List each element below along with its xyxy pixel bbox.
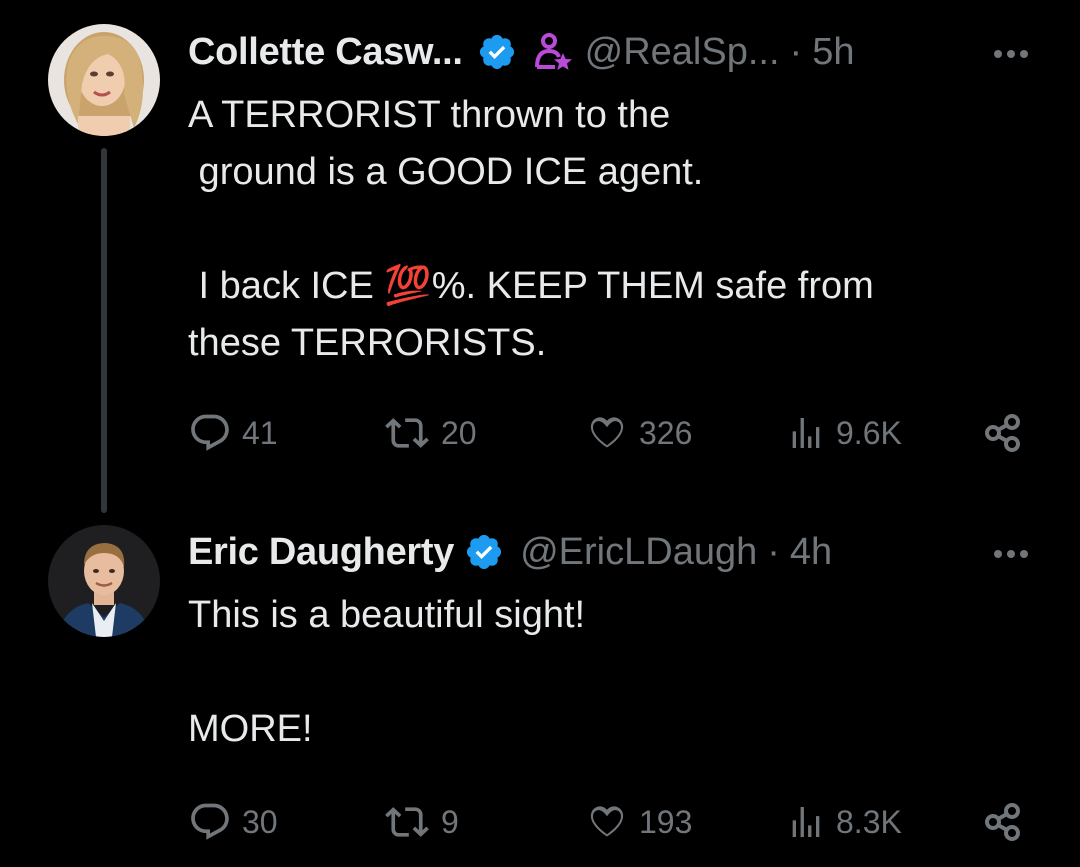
thread-line [101, 148, 107, 513]
views-button[interactable]: 8.3K [786, 797, 902, 847]
tweet-actions: 30 9 193 8.3K [188, 797, 1032, 847]
like-icon [585, 800, 629, 844]
like-button[interactable]: 193 [585, 797, 692, 847]
author-handle[interactable]: @RealSp... [585, 31, 780, 74]
repost-button[interactable]: 20 [383, 408, 477, 458]
share-icon [982, 411, 1026, 455]
verified-badge-icon[interactable] [464, 532, 504, 572]
like-icon [585, 411, 629, 455]
author-handle[interactable]: @EricLDaugh [520, 531, 757, 574]
share-icon [982, 800, 1026, 844]
repost-icon [383, 411, 431, 455]
author-name[interactable]: Eric Daugherty [188, 531, 454, 574]
reply-button[interactable]: 41 [188, 408, 278, 458]
avatar[interactable] [48, 525, 160, 637]
author-name[interactable]: Collette Casw... [188, 31, 463, 74]
repost-count: 20 [441, 414, 477, 451]
reply-icon [188, 411, 232, 455]
tweet[interactable]: Eric Daugherty @EricLDaugh · 4h This is … [0, 500, 1080, 867]
verified-badge-icon[interactable] [477, 32, 517, 72]
timestamp[interactable]: 5h [812, 31, 854, 74]
views-button[interactable]: 9.6K [786, 408, 902, 458]
like-button[interactable]: 326 [585, 408, 692, 458]
affiliate-person-star-icon[interactable] [533, 31, 573, 73]
separator-dot: · [789, 30, 803, 73]
views-count: 9.6K [836, 414, 902, 451]
tweet-text: A TERRORIST thrown to the ground is a GO… [188, 94, 874, 364]
reply-button[interactable]: 30 [188, 797, 278, 847]
reply-icon [188, 800, 232, 844]
share-button[interactable] [982, 408, 1026, 458]
like-count: 326 [639, 414, 693, 451]
repost-count: 9 [441, 803, 459, 840]
repost-button[interactable]: 9 [383, 797, 459, 847]
views-count: 8.3K [836, 803, 902, 840]
tweet[interactable]: Collette Casw... @RealSp... · 5h A TERRO… [0, 0, 1080, 513]
repost-icon [383, 800, 431, 844]
tweet-header: Eric Daugherty @EricLDaugh · 4h [188, 527, 832, 577]
views-icon [786, 802, 826, 842]
share-button[interactable] [982, 797, 1026, 847]
tweet-text: This is a beautiful sight! MORE! [188, 594, 586, 750]
avatar[interactable] [48, 24, 160, 136]
more-icon[interactable] [994, 550, 1028, 558]
tweet-header: Collette Casw... @RealSp... · 5h [188, 27, 854, 77]
views-icon [786, 413, 826, 453]
separator-dot: · [767, 530, 780, 573]
timestamp[interactable]: 4h [790, 531, 832, 574]
reply-count: 41 [242, 414, 278, 451]
reply-count: 30 [242, 803, 278, 840]
tweet-actions: 41 20 326 9.6K [188, 408, 1032, 458]
like-count: 193 [639, 803, 693, 840]
more-icon[interactable] [994, 50, 1028, 58]
